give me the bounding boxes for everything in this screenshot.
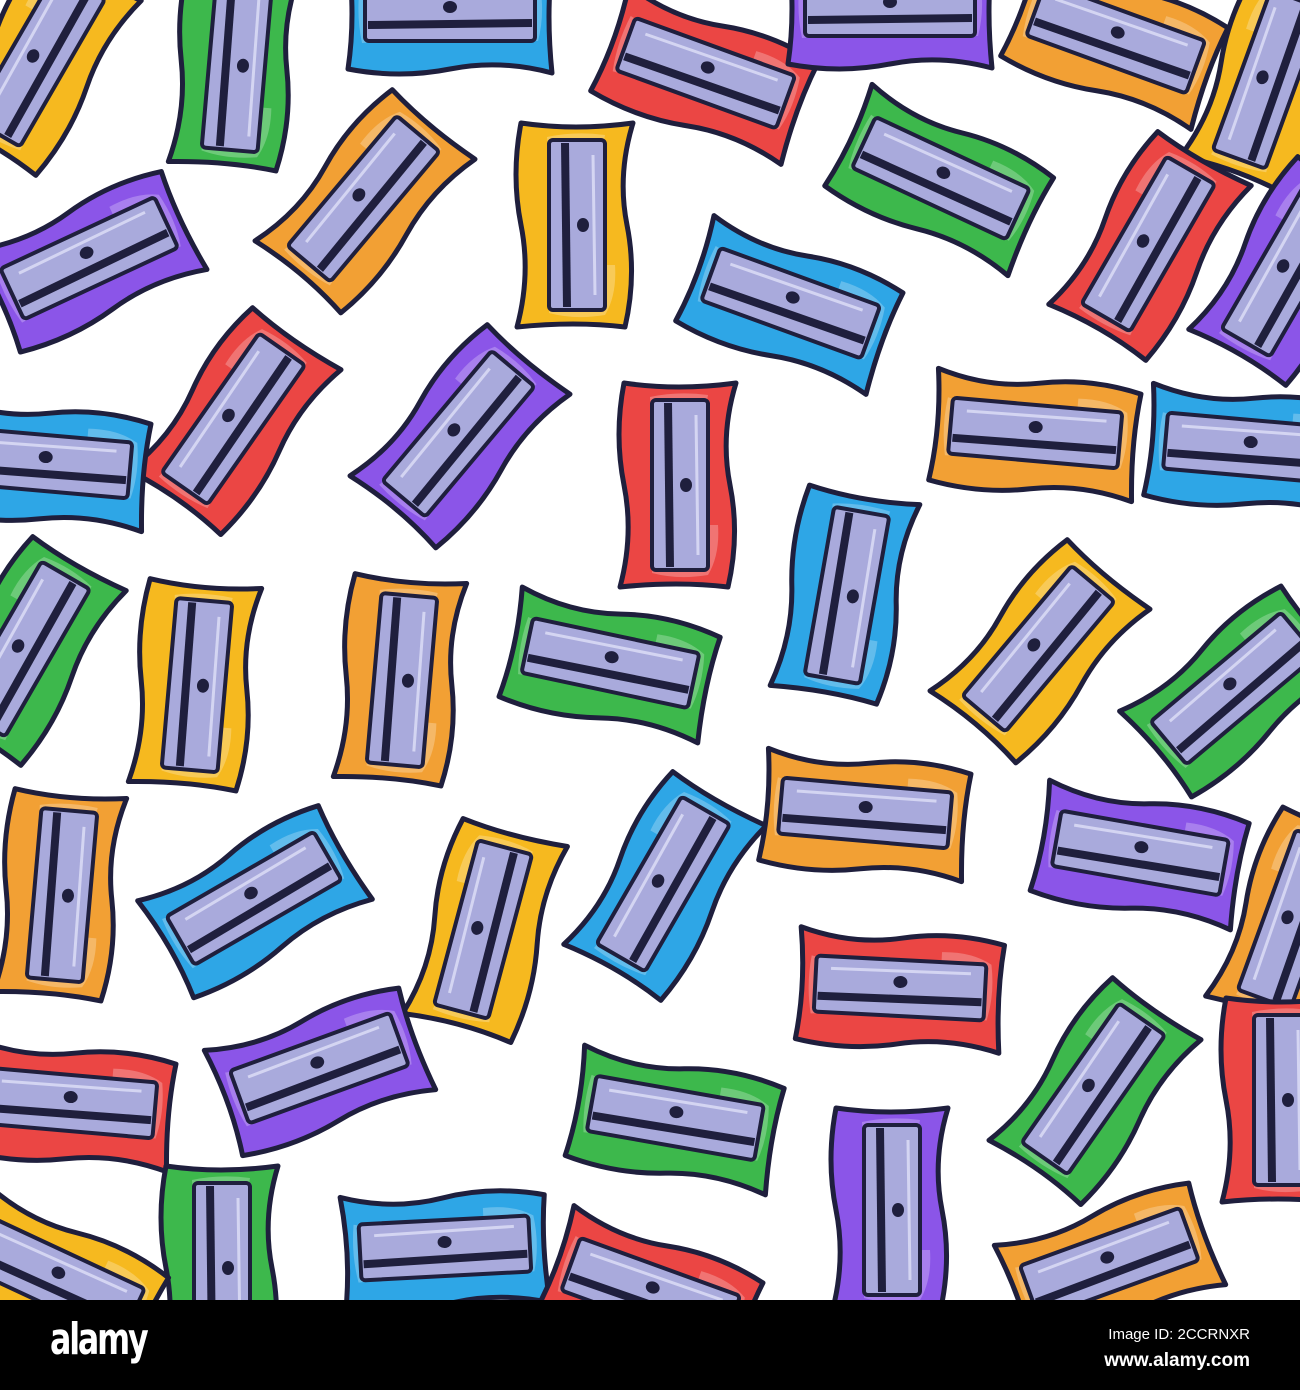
pencil-sharpener xyxy=(561,769,769,1003)
pencil-sharpener xyxy=(927,537,1153,766)
pencil-sharpener xyxy=(0,395,154,535)
pencil-sharpener xyxy=(533,1203,766,1300)
alamy-logo: alamy xyxy=(50,1314,149,1365)
sharpener-blade xyxy=(776,776,954,850)
blade-shine xyxy=(236,1197,242,1300)
pencil-sharpener xyxy=(986,975,1204,1208)
blade-shine xyxy=(694,414,700,556)
pencil-sharpener xyxy=(165,0,305,174)
pencil-sharpener xyxy=(513,120,636,330)
pencil-sharpener xyxy=(673,213,906,397)
screw-hole xyxy=(577,218,589,232)
pencil-sharpener xyxy=(125,576,265,794)
sharpener-blade xyxy=(192,1181,252,1300)
pencil-sharpener xyxy=(0,169,210,355)
sharpener-blade xyxy=(946,396,1124,470)
pencil-sharpener xyxy=(0,1181,172,1300)
image-id: Image ID: 2CCRNXR xyxy=(1108,1326,1250,1343)
pencil-sharpener xyxy=(1027,777,1252,933)
pencil-sharpener xyxy=(0,534,129,768)
pencil-sharpener xyxy=(330,571,470,789)
pencil-sharpener xyxy=(1141,380,1300,520)
pencil-sharpener xyxy=(496,584,723,746)
pencil-sharpener xyxy=(0,0,144,178)
pencil-sharpener xyxy=(822,81,1057,279)
pencil-sharpener xyxy=(991,1180,1229,1300)
pencil-sharpener xyxy=(792,924,1007,1056)
pencil-sharpener xyxy=(126,305,344,538)
sharpener-blade xyxy=(365,591,439,769)
screw-hole xyxy=(443,1,457,13)
screw-hole xyxy=(892,1203,904,1217)
pencil-sharpener xyxy=(158,1163,281,1300)
pencil-sharpener xyxy=(785,0,995,72)
pencil-sharpener xyxy=(0,786,130,1004)
pencil-sharpener xyxy=(828,1105,951,1300)
screw-hole xyxy=(1282,1093,1294,1107)
pencil-sharpener xyxy=(616,380,739,590)
pencil-sharpener xyxy=(756,745,974,885)
watermark-bar: alamy Image ID: 2CCRNXR www.alamy.com xyxy=(0,1300,1300,1390)
pencil-sharpener xyxy=(926,365,1144,505)
blade-shine xyxy=(906,1139,912,1281)
watermark-url: www.alamy.com xyxy=(1104,1350,1250,1371)
pencil-sharpener xyxy=(0,1035,179,1175)
sharpener-pattern xyxy=(0,0,1300,1300)
blade-shine xyxy=(591,154,597,296)
pencil-sharpener xyxy=(562,1042,787,1198)
pencil-sharpener xyxy=(135,803,375,1001)
pencil-sharpener xyxy=(400,816,570,1046)
pencil-sharpener xyxy=(998,0,1231,132)
pencil-sharpener xyxy=(1218,995,1300,1205)
pencil-sharpener xyxy=(337,1188,553,1300)
pencil-sharpener xyxy=(767,482,923,707)
pencil-sharpener xyxy=(201,985,439,1159)
pencil-sharpener xyxy=(347,322,573,551)
screw-hole xyxy=(680,478,692,492)
pencil-sharpener xyxy=(345,0,555,77)
screw-hole xyxy=(222,1261,234,1275)
